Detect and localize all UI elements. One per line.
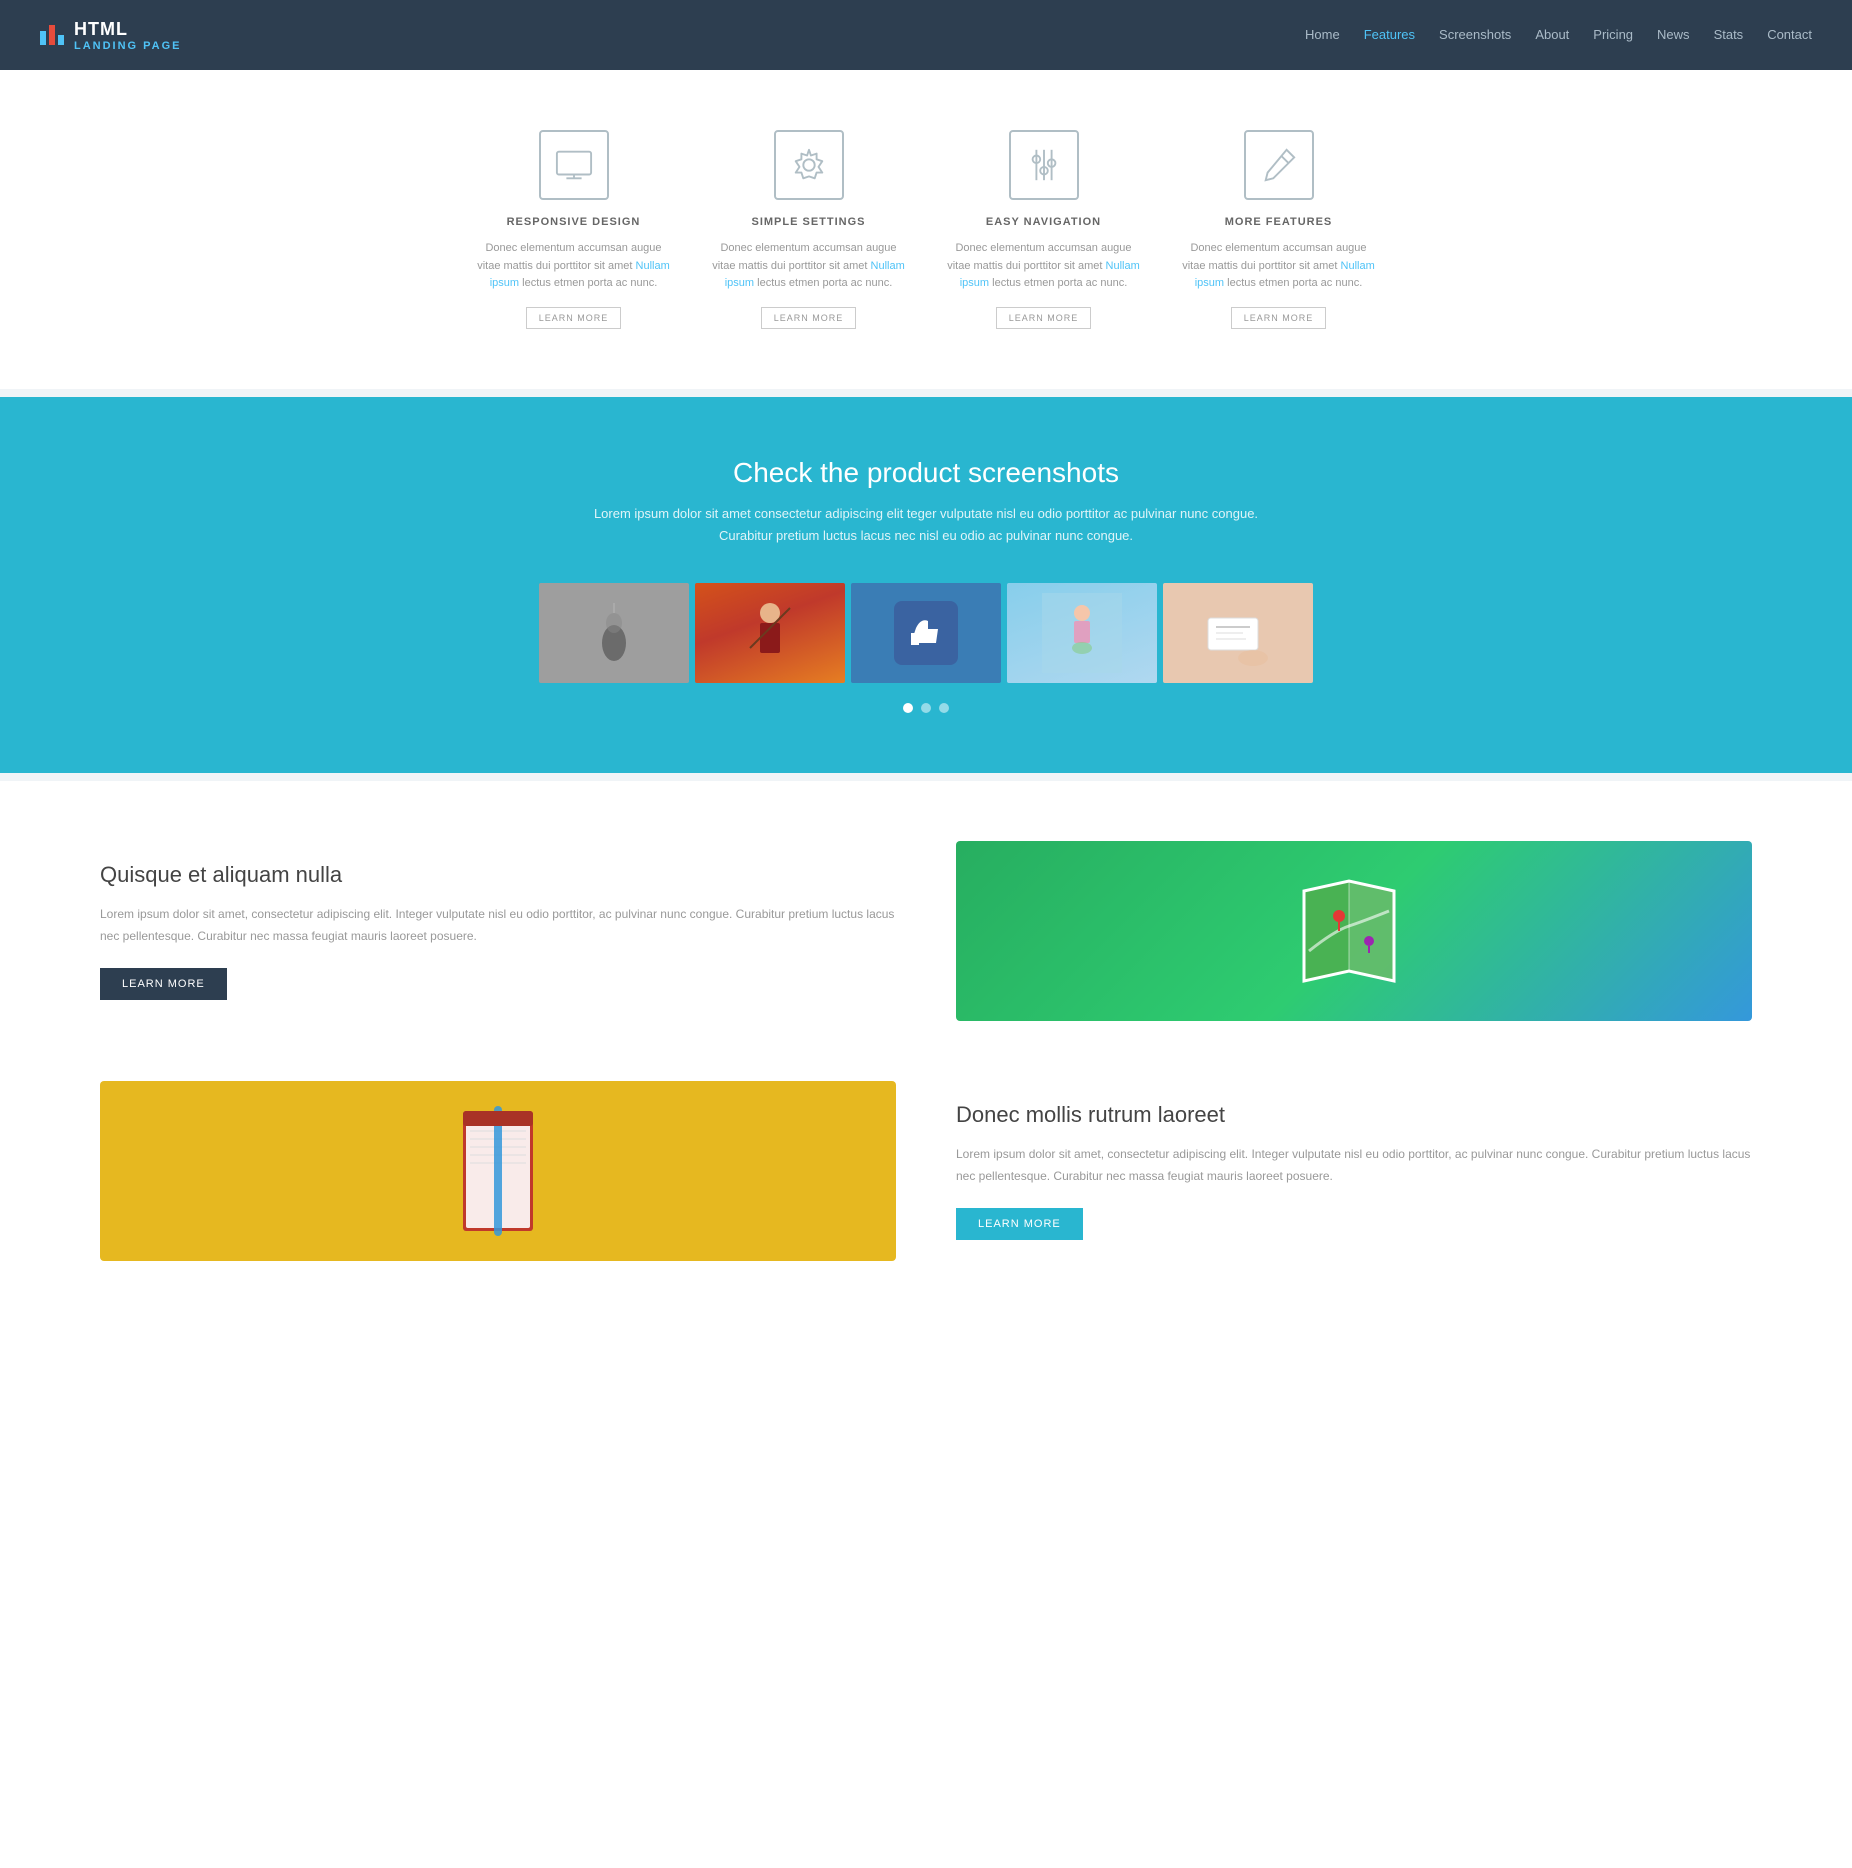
section1-title: Quisque et aliquam nulla — [100, 862, 896, 888]
nav-item-home[interactable]: Home — [1305, 26, 1340, 44]
feature-title-3: EASY NAVIGATION — [946, 216, 1141, 228]
nav-link-home[interactable]: Home — [1305, 27, 1340, 42]
screenshots-desc-line2: Curabitur pretium luctus lacus nec nisl … — [719, 528, 1133, 543]
screenshots-desc: Lorem ipsum dolor sit amet consectetur a… — [40, 503, 1812, 547]
screenshots-desc-line1: Lorem ipsum dolor sit amet consectetur a… — [594, 506, 1258, 521]
brand-icon — [40, 25, 64, 45]
earbuds-svg — [574, 593, 654, 673]
section1-image — [956, 841, 1752, 1021]
content-row-2: Donec mollis rutrum laoreet Lorem ipsum … — [100, 1081, 1752, 1261]
section2-title: Donec mollis rutrum laoreet — [956, 1102, 1752, 1128]
gallery-thumb-3 — [851, 583, 1001, 683]
nav-item-news[interactable]: News — [1657, 26, 1690, 44]
monitor-svg — [555, 146, 593, 184]
feature-card-4: MORE FEATURES Donec elementum accumsan a… — [1181, 130, 1376, 329]
like-svg — [886, 593, 966, 673]
feature-btn-1[interactable]: LEARN MORE — [526, 307, 622, 329]
dot-1[interactable] — [903, 703, 913, 713]
nav-item-features[interactable]: Features — [1364, 26, 1415, 44]
gallery-thumb-2 — [695, 583, 845, 683]
sliders-icon — [1009, 130, 1079, 200]
card-svg — [1198, 593, 1278, 673]
notebook-svg — [448, 1106, 548, 1236]
sliders-svg — [1025, 146, 1063, 184]
section2-image — [100, 1081, 896, 1261]
feature-text-3: Donec elementum accumsan augue vitae mat… — [946, 240, 1141, 293]
nav-link-about[interactable]: About — [1535, 27, 1569, 42]
content-section: Quisque et aliquam nulla Lorem ipsum dol… — [0, 781, 1852, 1381]
feature-text-2: Donec elementum accumsan augue vitae mat… — [711, 240, 906, 293]
feature-card-1: RESPONSIVE DESIGN Donec elementum accums… — [476, 130, 671, 329]
map-image — [956, 841, 1752, 1021]
gallery — [40, 583, 1812, 683]
gallery-thumb-5 — [1163, 583, 1313, 683]
brand-sub-label: LANDING PAGE — [74, 40, 182, 52]
monitor-icon — [539, 130, 609, 200]
feature-card-2: SIMPLE SETTINGS Donec elementum accumsan… — [711, 130, 906, 329]
features-grid: RESPONSIVE DESIGN Donec elementum accums… — [476, 130, 1376, 329]
nav-item-stats[interactable]: Stats — [1714, 26, 1744, 44]
nav-item-screenshots[interactable]: Screenshots — [1439, 26, 1511, 44]
nav-link-contact[interactable]: Contact — [1767, 27, 1812, 42]
nav-link-news[interactable]: News — [1657, 27, 1690, 42]
girl-svg — [1042, 593, 1122, 673]
feature-title-4: MORE FEATURES — [1181, 216, 1376, 228]
nav-item-contact[interactable]: Contact — [1767, 26, 1812, 44]
nav-item-pricing[interactable]: Pricing — [1593, 26, 1633, 44]
feature-btn-4[interactable]: LEARN MORE — [1231, 307, 1327, 329]
feature-title-1: RESPONSIVE DESIGN — [476, 216, 671, 228]
pencil-svg — [1260, 146, 1298, 184]
thumb-img-5 — [1163, 583, 1313, 683]
thumb-img-4 — [1007, 583, 1157, 683]
divider-1 — [0, 389, 1852, 397]
section2-btn[interactable]: LEARN MORE — [956, 1208, 1083, 1240]
gallery-thumb-1 — [539, 583, 689, 683]
content-text-2: Donec mollis rutrum laoreet Lorem ipsum … — [956, 1102, 1752, 1239]
navbar: HTML LANDING PAGE Home Features Screensh… — [0, 0, 1852, 70]
feature-btn-3[interactable]: LEARN MORE — [996, 307, 1092, 329]
gear-icon — [774, 130, 844, 200]
content-text-1: Quisque et aliquam nulla Lorem ipsum dol… — [100, 862, 896, 999]
bar2 — [49, 25, 55, 45]
notebook-image — [100, 1081, 896, 1261]
dot-2[interactable] — [921, 703, 931, 713]
pencil-icon — [1244, 130, 1314, 200]
nav-link-pricing[interactable]: Pricing — [1593, 27, 1633, 42]
gallery-thumb-4 — [1007, 583, 1157, 683]
features-section: RESPONSIVE DESIGN Donec elementum accums… — [0, 70, 1852, 389]
gear-svg — [790, 146, 828, 184]
thumb-img-1 — [539, 583, 689, 683]
bar3 — [58, 35, 64, 45]
thumb-img-3 — [851, 583, 1001, 683]
brand-html-label: HTML — [74, 19, 182, 40]
archer-svg — [730, 593, 810, 673]
brand-text: HTML LANDING PAGE — [74, 19, 182, 52]
feature-btn-2[interactable]: LEARN MORE — [761, 307, 857, 329]
nav-item-about[interactable]: About — [1535, 26, 1569, 44]
feature-text-1: Donec elementum accumsan augue vitae mat… — [476, 240, 671, 293]
thumb-img-2 — [695, 583, 845, 683]
divider-2 — [0, 773, 1852, 781]
screenshots-title: Check the product screenshots — [40, 457, 1812, 489]
nav-link-features[interactable]: Features — [1364, 27, 1415, 42]
section1-desc: Lorem ipsum dolor sit amet, consectetur … — [100, 904, 896, 947]
brand: HTML LANDING PAGE — [40, 19, 182, 52]
feature-card-3: EASY NAVIGATION Donec elementum accumsan… — [946, 130, 1141, 329]
section1-btn[interactable]: LEARN MORE — [100, 968, 227, 1000]
map-svg — [1294, 871, 1414, 991]
bar1 — [40, 31, 46, 45]
gallery-dots — [40, 703, 1812, 713]
nav-list: Home Features Screenshots About Pricing … — [1305, 26, 1812, 44]
dot-3[interactable] — [939, 703, 949, 713]
section2-desc: Lorem ipsum dolor sit amet, consectetur … — [956, 1144, 1752, 1187]
screenshots-section: Check the product screenshots Lorem ipsu… — [0, 397, 1852, 773]
nav-link-screenshots[interactable]: Screenshots — [1439, 27, 1511, 42]
feature-title-2: SIMPLE SETTINGS — [711, 216, 906, 228]
content-row-1: Quisque et aliquam nulla Lorem ipsum dol… — [100, 841, 1752, 1021]
nav-link-stats[interactable]: Stats — [1714, 27, 1744, 42]
feature-text-4: Donec elementum accumsan augue vitae mat… — [1181, 240, 1376, 293]
